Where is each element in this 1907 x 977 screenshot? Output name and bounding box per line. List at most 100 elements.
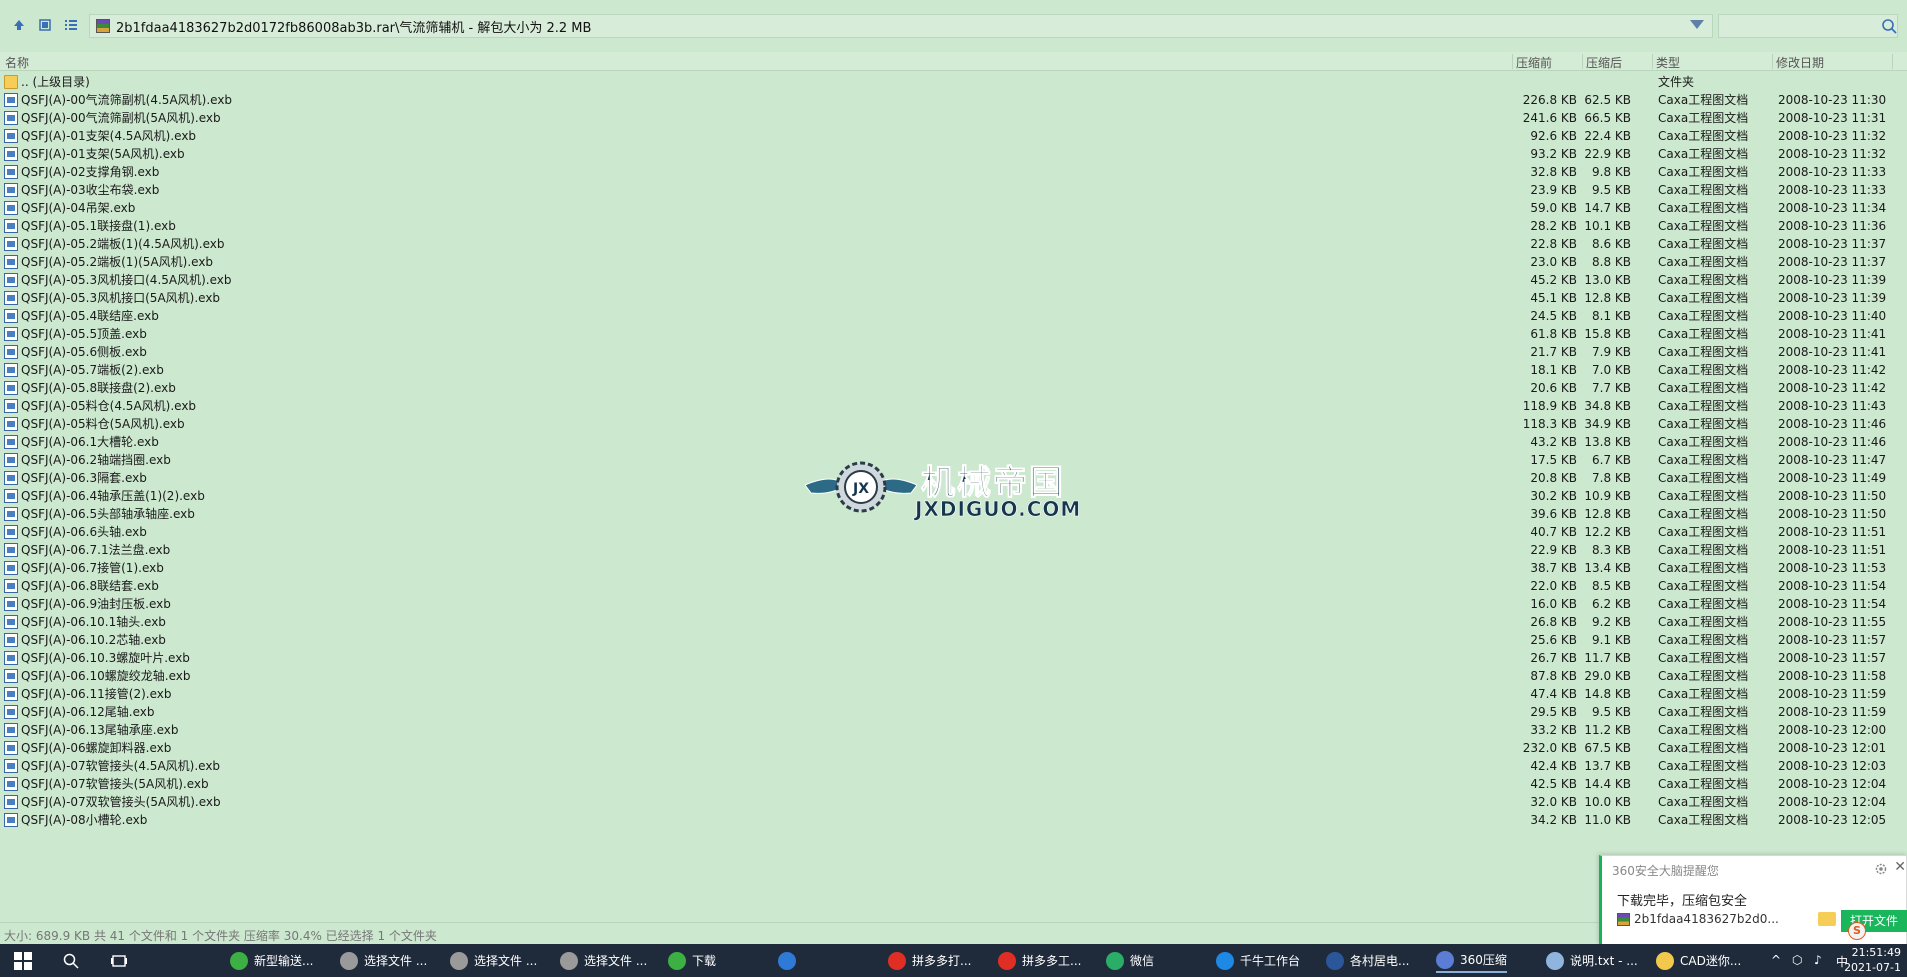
list-item[interactable]: QSFJ(A)-06.7接管(1).exb 38.7 KB 13.4 KB Caxa工… [0, 559, 1907, 577]
column-name[interactable]: 名称 [5, 54, 29, 71]
taskbar-app[interactable] [778, 948, 802, 973]
list-item[interactable]: QSFJ(A)-06.10.1轴头.exb 26.8 KB 9.2 KB Caxa工程… [0, 613, 1907, 631]
file-type: Caxa工程图文档 [1658, 399, 1749, 413]
list-item[interactable]: QSFJ(A)-06.7.1法兰盘.exb 22.9 KB 8.3 KB Caxa工程… [0, 541, 1907, 559]
list-item[interactable]: QSFJ(A)-05.3风机接口(5A风机).exb 45.1 KB 12.8 KB… [0, 289, 1907, 307]
taskbar-app[interactable]: 拼多多工... [998, 948, 1081, 973]
column-type[interactable]: 类型 [1656, 54, 1680, 71]
list-item[interactable]: QSFJ(A)-07软管接头(5A风机).exb 42.5 KB 14.4 KB Ca… [0, 775, 1907, 793]
list-item-parent[interactable]: .. (上级目录) 文件夹 [0, 73, 1907, 91]
file-name: QSFJ(A)-05.1联接盘(1).exb [21, 219, 176, 233]
list-item[interactable]: QSFJ(A)-05.3风机接口(4.5A风机).exb 45.2 KB 13.0 … [0, 271, 1907, 289]
file-type: Caxa工程图文档 [1658, 651, 1749, 665]
column-before[interactable]: 压缩前 [1516, 54, 1552, 71]
taskbar-app[interactable]: CAD迷你... [1656, 948, 1741, 973]
list-item[interactable]: QSFJ(A)-01支架(5A风机).exb 93.2 KB 22.9 KB Caxa… [0, 145, 1907, 163]
file-size-after: 34.9 KB [1584, 417, 1631, 431]
address-bar[interactable]: 2b1fdaa4183627b2d0172fb86008ab3b.rar\气流筛… [89, 14, 1713, 38]
taskbar-app[interactable]: 微信 [1106, 948, 1154, 973]
taskbar-app[interactable]: 拼多多打... [888, 948, 971, 973]
exb-file-icon [4, 561, 18, 575]
taskbar-app[interactable]: 下载 [668, 948, 716, 973]
file-name: QSFJ(A)-05.7端板(2).exb [21, 363, 164, 377]
file-size-after: 8.5 KB [1592, 579, 1631, 593]
list-item[interactable]: QSFJ(A)-00气流筛副机(4.5A风机).exb 226.8 KB 62.5 … [0, 91, 1907, 109]
file-type: Caxa工程图文档 [1658, 111, 1749, 125]
file-size-after: 12.2 KB [1584, 525, 1631, 539]
list-item[interactable]: QSFJ(A)-05.2端板(1)(4.5A风机).exb 22.8 KB 8.6 … [0, 235, 1907, 253]
taskbar-app[interactable]: 360压缩 [1436, 948, 1507, 973]
list-item[interactable]: QSFJ(A)-06.8联结套.exb 22.0 KB 8.5 KB Caxa工程图文… [0, 577, 1907, 595]
list-view-icon[interactable] [60, 14, 82, 36]
list-item[interactable]: QSFJ(A)-05.4联结座.exb 24.5 KB 8.1 KB Caxa工程图文… [0, 307, 1907, 325]
list-item[interactable]: QSFJ(A)-05.1联接盘(1).exb 28.2 KB 10.1 KB Caxa… [0, 217, 1907, 235]
open-folder-icon[interactable] [1818, 912, 1836, 926]
list-item[interactable]: QSFJ(A)-05料仓(5A风机).exb 118.3 KB 34.9 KB Cax… [0, 415, 1907, 433]
column-after[interactable]: 压缩后 [1586, 54, 1622, 71]
list-item[interactable]: QSFJ(A)-05.8联接盘(2).exb 20.6 KB 7.7 KB Caxa工… [0, 379, 1907, 397]
chevron-down-icon[interactable] [1690, 20, 1704, 29]
list-item[interactable]: QSFJ(A)-06.12尾轴.exb 29.5 KB 9.5 KB Caxa工程图文… [0, 703, 1907, 721]
list-item[interactable]: QSFJ(A)-06.1大槽轮.exb 43.2 KB 13.8 KB Caxa工程图… [0, 433, 1907, 451]
list-item[interactable]: QSFJ(A)-02支撑角钢.exb 32.8 KB 9.8 KB Caxa工程图文档… [0, 163, 1907, 181]
gear-icon[interactable] [1874, 862, 1888, 876]
thumbnail-view-icon[interactable] [34, 14, 56, 36]
list-item[interactable]: QSFJ(A)-01支架(4.5A风机).exb 92.6 KB 22.4 KB Ca… [0, 127, 1907, 145]
file-date: 2008-10-23 11:46 [1778, 417, 1887, 431]
file-size-after: 8.3 KB [1592, 543, 1631, 557]
taskbar-app[interactable]: 各村居电... [1326, 948, 1409, 973]
close-icon[interactable]: ✕ [1894, 859, 1906, 875]
list-item[interactable]: QSFJ(A)-04吊架.exb 59.0 KB 14.7 KB Caxa工程图文档 2… [0, 199, 1907, 217]
file-size-before: 39.6 KB [1530, 507, 1577, 521]
file-date: 2008-10-23 11:58 [1778, 669, 1887, 683]
file-type: Caxa工程图文档 [1658, 471, 1749, 485]
task-view-icon[interactable] [110, 948, 128, 973]
windows-start-icon[interactable] [14, 952, 32, 970]
taskbar-app[interactable]: 选择文件 ... [450, 948, 537, 973]
speaker-icon[interactable]: ♪ [1814, 953, 1822, 967]
file-type: Caxa工程图文档 [1658, 237, 1749, 251]
list-item[interactable]: QSFJ(A)-07双软管接头(5A风机).exb 32.0 KB 10.0 KB C… [0, 793, 1907, 811]
list-item[interactable]: QSFJ(A)-06.10螺旋绞龙轴.exb 87.8 KB 29.0 KB Caxa… [0, 667, 1907, 685]
exb-file-icon [4, 183, 18, 197]
list-item[interactable]: QSFJ(A)-05.7端板(2).exb 18.1 KB 7.0 KB Caxa工程… [0, 361, 1907, 379]
taskbar-app[interactable]: 新型输送... [230, 948, 313, 973]
file-date: 2008-10-23 11:40 [1778, 309, 1887, 323]
up-arrow-icon[interactable] [8, 14, 30, 36]
taskbar-app[interactable]: 选择文件 ... [340, 948, 427, 973]
list-item[interactable]: QSFJ(A)-06.13尾轴承座.exb 33.2 KB 11.2 KB Caxa工… [0, 721, 1907, 739]
list-item[interactable]: QSFJ(A)-05.6侧板.exb 21.7 KB 7.9 KB Caxa工程图文档… [0, 343, 1907, 361]
list-item[interactable]: QSFJ(A)-06.10.2芯轴.exb 25.6 KB 9.1 KB Caxa工程… [0, 631, 1907, 649]
list-item[interactable]: QSFJ(A)-05.5顶盖.exb 61.8 KB 15.8 KB Caxa工程图文… [0, 325, 1907, 343]
file-type: Caxa工程图文档 [1658, 363, 1749, 377]
taskbar-app[interactable]: 选择文件 ... [560, 948, 647, 973]
list-item[interactable]: QSFJ(A)-06.11接管(2).exb 47.4 KB 14.8 KB Caxa… [0, 685, 1907, 703]
search-input[interactable] [1718, 14, 1898, 38]
file-size-after: 12.8 KB [1584, 291, 1631, 305]
taskbar-app-label: CAD迷你... [1680, 954, 1742, 968]
list-item[interactable]: QSFJ(A)-07软管接头(4.5A风机).exb 42.4 KB 13.7 KB… [0, 757, 1907, 775]
file-date: 2008-10-23 12:04 [1778, 795, 1887, 809]
clock[interactable]: 21:51:49 2021-07-1 [1844, 945, 1901, 975]
list-item[interactable]: QSFJ(A)-05料仓(4.5A风机).exb 118.9 KB 34.8 KB C… [0, 397, 1907, 415]
search-icon[interactable] [1880, 17, 1898, 35]
list-item[interactable]: QSFJ(A)-06.9油封压板.exb 16.0 KB 6.2 KB Caxa工程图… [0, 595, 1907, 613]
list-item[interactable]: QSFJ(A)-05.2端板(1)(5A风机).exb 23.0 KB 8.8 KB… [0, 253, 1907, 271]
list-item[interactable]: QSFJ(A)-00气流筛副机(5A风机).exb 241.6 KB 66.5 KB… [0, 109, 1907, 127]
network-tray-icon[interactable]: ⬡ [1792, 953, 1802, 967]
list-item[interactable]: QSFJ(A)-06.6头轴.exb 40.7 KB 12.2 KB Caxa工程图文… [0, 523, 1907, 541]
list-item[interactable]: QSFJ(A)-06.10.3螺旋叶片.exb 26.7 KB 11.7 KB Cax… [0, 649, 1907, 667]
list-item[interactable]: QSFJ(A)-03收尘布袋.exb 23.9 KB 9.5 KB Caxa工程图文档… [0, 181, 1907, 199]
list-item[interactable]: QSFJ(A)-08小槽轮.exb 34.2 KB 11.0 KB Caxa工程图文档… [0, 811, 1907, 829]
column-modified[interactable]: 修改日期 [1776, 54, 1824, 71]
sogou-input-icon[interactable]: S [1848, 922, 1866, 940]
notification-file[interactable]: 2b1fdaa4183627b2d0... [1617, 912, 1779, 926]
list-item[interactable]: QSFJ(A)-06螺旋卸料器.exb 232.0 KB 67.5 KB Caxa工程… [0, 739, 1907, 757]
taskbar-app[interactable]: 千牛工作台 [1216, 948, 1300, 973]
file-date: 2008-10-23 12:00 [1778, 723, 1887, 737]
taskbar-app[interactable]: 说明.txt - ... [1546, 948, 1638, 973]
tray-expand-icon[interactable]: ^ [1771, 953, 1781, 967]
file-size-before: 42.4 KB [1530, 759, 1577, 773]
file-type: Caxa工程图文档 [1658, 525, 1749, 539]
search-icon[interactable] [62, 948, 80, 973]
